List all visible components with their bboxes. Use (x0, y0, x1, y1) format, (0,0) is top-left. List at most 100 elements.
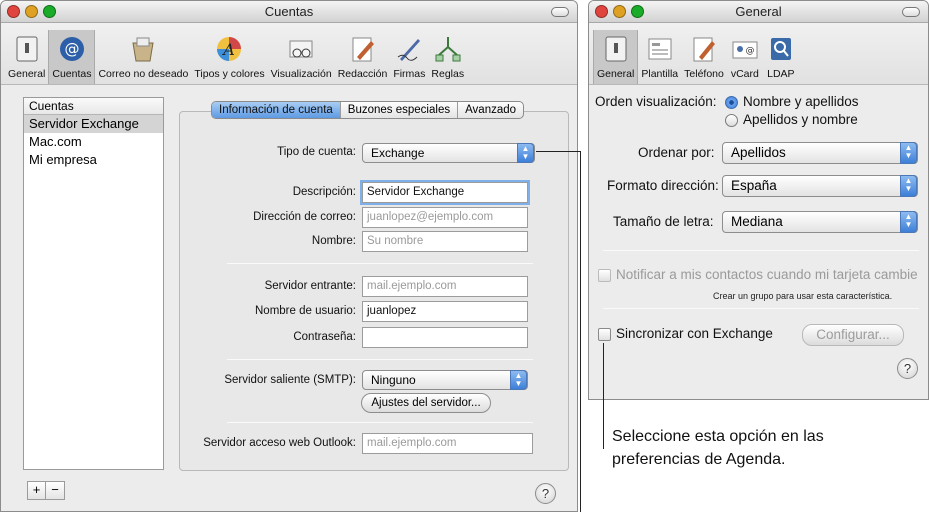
help-button[interactable]: ? (535, 483, 556, 504)
toolbar-label: LDAP (767, 68, 795, 80)
list-item[interactable]: Servidor Exchange (24, 115, 163, 133)
zoom-button[interactable] (631, 5, 644, 18)
ldap-icon (766, 34, 796, 64)
tab-special-mailboxes[interactable]: Buzones especiales (341, 102, 459, 118)
toolbar-composing[interactable]: Redacción (335, 30, 391, 84)
sort-by-value: Apellidos (731, 145, 786, 160)
owa-field[interactable]: mail.ejemplo.com (362, 433, 533, 454)
name-field[interactable]: Su nombre (362, 231, 528, 252)
toolbar-toggle-button[interactable] (551, 7, 569, 17)
divider (227, 422, 533, 423)
toolbar-phone[interactable]: Teléfono (681, 30, 727, 84)
description-field[interactable]: Servidor Exchange (362, 182, 528, 203)
tab-advanced[interactable]: Avanzado (458, 102, 523, 118)
general-title-bar[interactable]: General (589, 1, 928, 23)
sort-by-popup[interactable]: Apellidos ▲ ▼ (722, 142, 918, 164)
toolbar-label: Tipos y colores (194, 68, 265, 80)
toolbar-general[interactable]: General (5, 30, 48, 84)
toolbar-label: Correo no deseado (98, 68, 189, 80)
font-size-popup[interactable]: Mediana ▲ ▼ (722, 211, 918, 233)
notify-label: Notificar a mis contactos cuando mi tarj… (616, 267, 918, 282)
callout-line (603, 343, 604, 449)
add-remove-buttons: + − (27, 481, 65, 500)
signature-pen-icon (394, 34, 424, 64)
toolbar-label: Reglas (431, 68, 465, 80)
toolbar-cuentas[interactable]: @ Cuentas (48, 30, 96, 84)
help-button[interactable]: ? (897, 358, 918, 379)
general-window: General General Plantilla Teléfono @ vCa… (588, 0, 929, 400)
window-controls (595, 5, 644, 18)
tab-account-info[interactable]: Información de cuenta (212, 102, 341, 118)
window-controls (7, 5, 56, 18)
name-label: Nombre: (311, 235, 356, 247)
notify-hint: Crear un grupo para usar esta caracterís… (713, 291, 893, 301)
account-type-value: Exchange (371, 146, 425, 160)
minimize-button[interactable] (613, 5, 626, 18)
phone-format-icon (689, 34, 719, 64)
close-button[interactable] (595, 5, 608, 18)
add-account-button[interactable]: + (28, 482, 46, 499)
toolbar-toggle-button[interactable] (902, 7, 920, 17)
username-field[interactable]: juanlopez (362, 301, 528, 322)
svg-text:@: @ (64, 40, 79, 58)
minimize-button[interactable] (25, 5, 38, 18)
font-size-label: Tamaño de letra: (613, 214, 714, 229)
password-label: Contraseña: (293, 331, 356, 343)
svg-text:@: @ (745, 46, 754, 56)
sync-exchange-checkbox[interactable] (598, 328, 611, 341)
window-title: General (735, 4, 782, 19)
address-format-popup[interactable]: España ▲ ▼ (722, 175, 918, 197)
zoom-button[interactable] (43, 5, 56, 18)
divider (603, 308, 919, 309)
password-field[interactable] (362, 327, 528, 348)
switch-icon (601, 34, 631, 64)
toolbar-signatures[interactable]: Firmas (390, 30, 428, 84)
close-button[interactable] (7, 5, 20, 18)
smtp-label: Servidor saliente (SMTP): (224, 374, 356, 386)
toolbar-label: General (597, 68, 635, 80)
description-label: Descripción: (292, 186, 356, 198)
switch-icon (12, 34, 42, 64)
toolbar-junk-mail[interactable]: Correo no deseado (95, 30, 191, 84)
radio-last-first-label[interactable]: Apellidos y nombre (743, 112, 858, 127)
radio-last-first[interactable] (725, 114, 738, 127)
toolbar-rules[interactable]: Reglas (428, 30, 467, 84)
toolbar-ldap[interactable]: LDAP (763, 30, 799, 84)
account-type-label: Tipo de cuenta: (277, 146, 356, 158)
server-settings-button[interactable]: Ajustes del servidor... (361, 393, 491, 413)
email-field[interactable]: juanlopez@ejemplo.com (362, 207, 528, 228)
radio-first-last[interactable] (725, 96, 738, 109)
popup-arrows-icon: ▲ ▼ (900, 175, 917, 197)
toolbar-label: Teléfono (684, 68, 724, 80)
accounts-title-bar[interactable]: Cuentas (1, 1, 577, 23)
popup-arrows-icon: ▲ ▼ (510, 370, 527, 390)
incoming-server-field[interactable]: mail.ejemplo.com (362, 276, 528, 297)
list-item[interactable]: Mac.com (24, 133, 163, 151)
toolbar-template[interactable]: Plantilla (638, 30, 681, 84)
toolbar-label: General (8, 68, 46, 80)
toolbar-vcard[interactable]: @ vCard (727, 30, 763, 84)
window-title: Cuentas (264, 4, 314, 19)
toolbar-fonts-colors[interactable]: A Tipos y colores (191, 30, 267, 84)
toolbar-label: Firmas (393, 68, 426, 80)
template-icon (645, 34, 675, 64)
smtp-popup[interactable]: Ninguno ▲ ▼ (362, 370, 528, 390)
list-item[interactable]: Mi empresa (24, 151, 163, 169)
configure-button[interactable]: Configurar... (802, 324, 904, 346)
fonts-colors-icon: A (214, 34, 244, 64)
incoming-server-label: Servidor entrante: (264, 280, 356, 292)
sort-by-label: Ordenar por: (638, 145, 715, 160)
account-type-popup[interactable]: Exchange ▲ ▼ (362, 143, 535, 163)
notify-checkbox[interactable] (598, 269, 611, 282)
svg-text:A: A (222, 40, 236, 59)
toolbar-viewing[interactable]: Visualización (268, 30, 335, 84)
sync-exchange-label[interactable]: Sincronizar con Exchange (616, 326, 773, 341)
toolbar-general[interactable]: General (593, 30, 639, 84)
accounts-list[interactable]: Cuentas Servidor Exchange Mac.com Mi emp… (23, 97, 164, 470)
radio-first-last-label[interactable]: Nombre y apellidos (743, 94, 859, 109)
display-order-label: Orden visualización: (595, 94, 717, 109)
composing-pencil-icon (348, 34, 378, 64)
divider (227, 359, 533, 360)
remove-account-button[interactable]: − (46, 482, 64, 499)
callout-line (580, 151, 581, 512)
